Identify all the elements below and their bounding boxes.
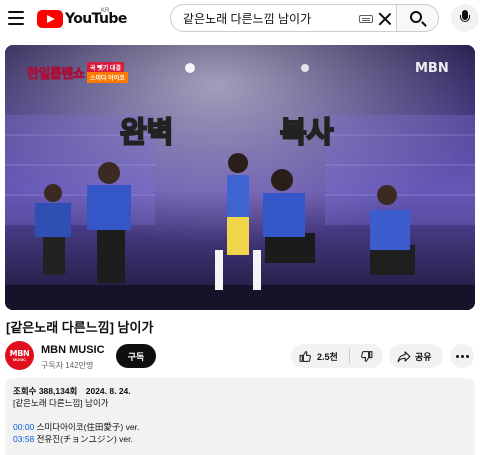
- keyboard-icon[interactable]: [359, 15, 373, 23]
- top-bar: YouTube KR 같은노래 다른느낌 남이가: [0, 0, 480, 38]
- like-count: 2.5천: [317, 351, 338, 362]
- more-icon: [455, 354, 459, 358]
- subscribe-button[interactable]: 구독: [116, 344, 156, 368]
- like-dislike-group: 2.5천: [291, 344, 383, 368]
- dislike-button[interactable]: [350, 344, 383, 368]
- view-count: 조회수 388,134회: [13, 386, 78, 396]
- voice-search-button[interactable]: [451, 4, 479, 32]
- video-player[interactable]: 한일톱텐쇼 곡 뺏기 대결 스미다 아이코 MBN 완벽 복사: [5, 45, 475, 310]
- search-query: 같은노래 다른느낌 남이가: [183, 11, 312, 26]
- youtube-play-icon: [37, 10, 63, 28]
- chapter-timestamp[interactable]: 00:00: [13, 422, 34, 432]
- search-input[interactable]: 같은노래 다른느낌 남이가: [170, 4, 397, 32]
- video-frame: [5, 45, 475, 310]
- thumbs-down-icon: [361, 350, 373, 362]
- like-button[interactable]: 2.5천: [291, 344, 349, 368]
- broadcaster-watermark: MBN: [415, 61, 449, 76]
- search-button[interactable]: [397, 4, 439, 32]
- logo-text: YouTube: [65, 11, 127, 27]
- chapter-timestamp[interactable]: 03:58: [13, 434, 34, 444]
- description-meta: 조회수 388,134회 2024. 8. 24.: [13, 385, 467, 397]
- description-box[interactable]: 조회수 388,134회 2024. 8. 24. [같은노래 다른느낌] 남이…: [5, 378, 475, 455]
- country-code: KR: [101, 8, 110, 14]
- subscriber-count: 구독자 142만명: [41, 361, 94, 370]
- chapter-title: 전유진(チョンユジン) ver.: [36, 434, 133, 444]
- share-label: 공유: [415, 351, 432, 362]
- thumbs-up-icon: [299, 350, 311, 362]
- chapter-item: 03:58 전유진(チョンユジン) ver.: [13, 433, 467, 445]
- avatar-subtext: MUSIC: [13, 357, 26, 362]
- more-actions-button[interactable]: [450, 344, 474, 368]
- show-subtitle: 스미다 아이코: [87, 72, 128, 83]
- upload-date: 2024. 8. 24.: [85, 386, 131, 396]
- share-button[interactable]: 공유: [389, 344, 443, 368]
- youtube-logo[interactable]: YouTube: [37, 9, 127, 29]
- share-icon: [397, 350, 411, 362]
- show-logo: 한일톱텐쇼: [27, 67, 86, 83]
- channel-name[interactable]: MBN MUSIC: [41, 344, 105, 356]
- video-title: [같은노래 다른느낌] 남이가: [6, 320, 154, 335]
- caption-left: 완벽: [119, 114, 174, 150]
- menu-icon[interactable]: [6, 8, 26, 28]
- chapter-title: 스미다아이코(住田愛子) ver.: [36, 422, 140, 432]
- search-icon: [410, 11, 422, 23]
- channel-avatar[interactable]: MBN MUSIC: [5, 341, 34, 370]
- caption-right: 복사: [279, 114, 334, 150]
- chapter-item: 00:00 스미다아이코(住田愛子) ver.: [13, 421, 467, 433]
- description-text: [같은노래 다른느낌] 남이가: [13, 398, 109, 408]
- clear-search-icon[interactable]: [378, 12, 392, 26]
